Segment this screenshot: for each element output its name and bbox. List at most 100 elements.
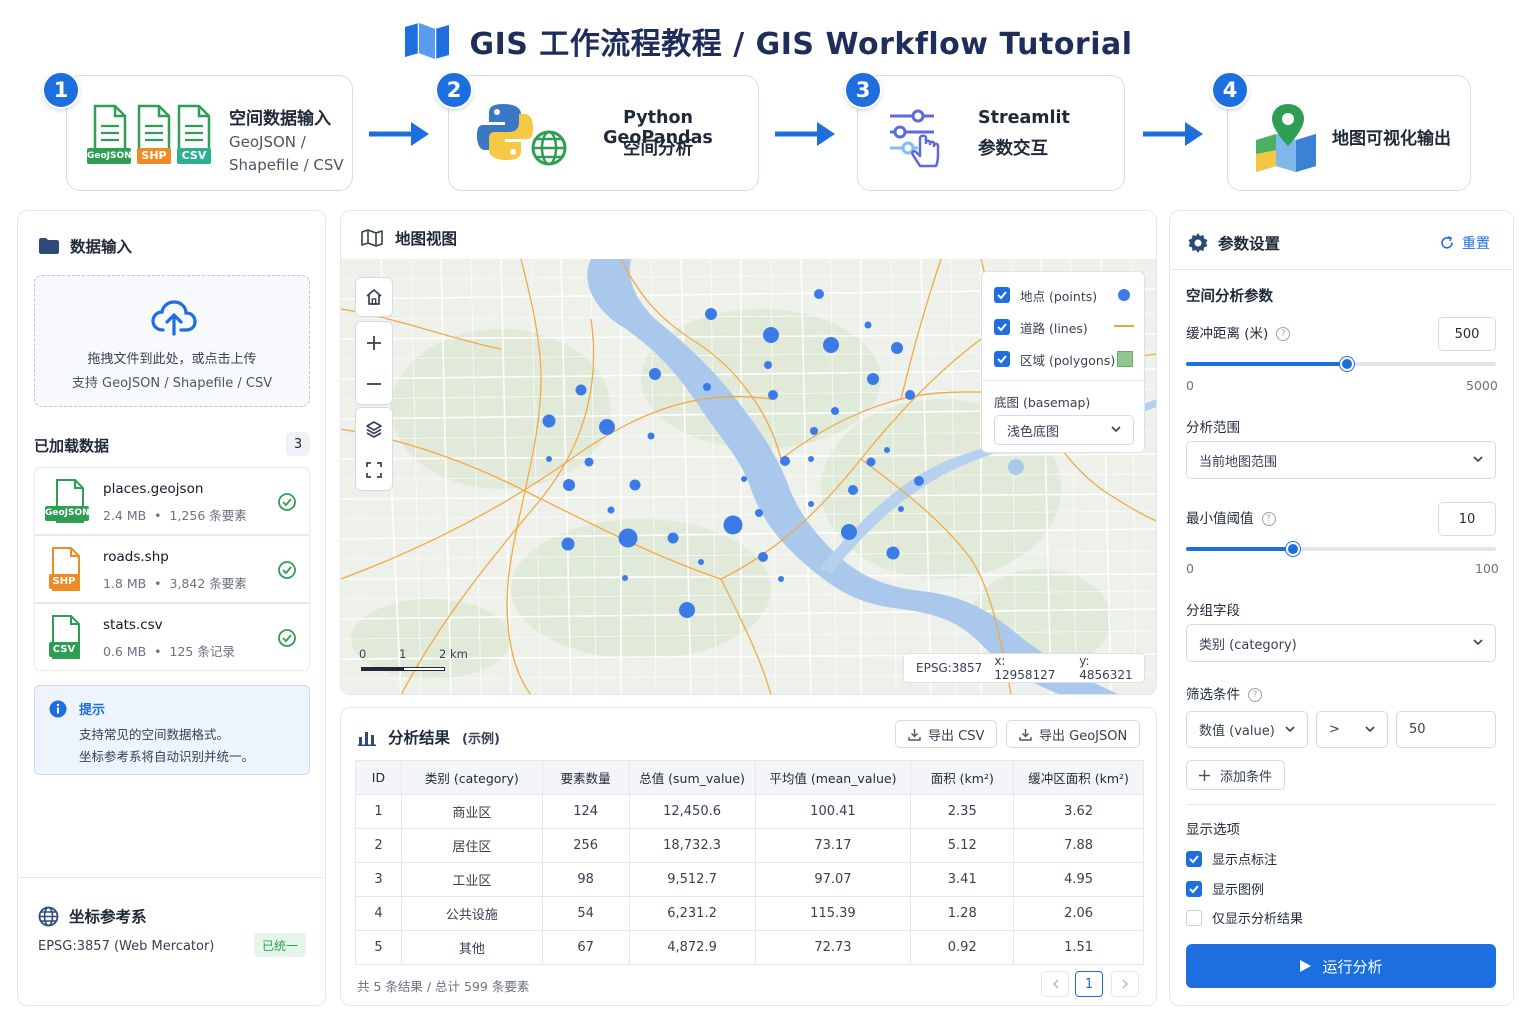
table-cell: 12,450.6 xyxy=(628,794,756,829)
table-row[interactable]: 2 居住区 256 18,732.3 73.17 5.12 7.88 xyxy=(355,828,1144,863)
table-row[interactable]: 4 公共设施 54 6,231.2 115.39 1.28 2.06 xyxy=(355,896,1144,931)
data-input-title: 数据输入 xyxy=(70,238,133,256)
filter-value-input[interactable]: 50 xyxy=(1396,711,1496,748)
map-canvas[interactable]: 地点 (points) 道路 (lines) 区域 (polygons) 底图 … xyxy=(341,259,1156,694)
csv-file-icon: CSV xyxy=(177,104,211,166)
table-cell: 4,872.9 xyxy=(628,930,756,965)
table-cell: 1.51 xyxy=(1013,930,1144,965)
file-badge: GeoJSON xyxy=(45,506,90,521)
table-cell: 3 xyxy=(355,862,402,897)
export-geojson-button[interactable]: 导出 GeoJSON xyxy=(1006,720,1141,748)
file-drop-zone[interactable]: 拖拽文件到此处，或点击上传 支持 GeoJSON / Shapefile / C… xyxy=(34,275,310,407)
basemap-select[interactable]: 浅色底图 xyxy=(994,415,1134,445)
csv-badge: CSV xyxy=(177,148,211,164)
divider xyxy=(1170,269,1512,270)
table-cell: 工业区 xyxy=(400,862,543,897)
file-badge: CSV xyxy=(49,642,79,657)
coord-x: x: 12958127 xyxy=(994,654,1056,682)
step-card-4: 地图可视化输出 xyxy=(1227,75,1471,191)
fullscreen-icon[interactable] xyxy=(366,462,382,478)
results-panel: 分析结果 (示例) 导出 CSV 导出 GeoJSON ID 类别 (categ… xyxy=(340,707,1157,1006)
table-cell: 54 xyxy=(541,896,630,931)
legend-polygons-toggle[interactable]: 区域 (polygons) xyxy=(994,350,1115,368)
file-item-stats[interactable]: CSV stats.csv 0.6 MB • 125 条记录 xyxy=(34,603,310,671)
table-cell: 9,512.7 xyxy=(628,862,756,897)
buffer-slider-handle[interactable] xyxy=(1340,357,1355,371)
threshold-slider-handle[interactable] xyxy=(1285,542,1300,556)
option-point-labels[interactable]: 显示点标注 xyxy=(1186,849,1277,868)
table-cell: 67 xyxy=(541,930,630,965)
geojson-badge: GeoJSON xyxy=(87,148,132,164)
column-header[interactable]: 面积 (km²) xyxy=(910,760,1015,795)
buffer-label-text: 缓冲距离 (米) xyxy=(1186,326,1269,342)
zoom-in-icon[interactable] xyxy=(366,335,382,351)
table-cell: 72.73 xyxy=(754,930,912,965)
run-analysis-button[interactable]: 运行分析 xyxy=(1186,944,1496,988)
filter-field-select[interactable]: 数值 (value) xyxy=(1186,711,1308,748)
map-view-title: 地图视图 xyxy=(395,230,458,248)
coord-y: y: 4856321 xyxy=(1079,654,1133,682)
step-card-3: Streamlit 参数交互 xyxy=(857,75,1125,191)
shp-file-icon: SHP xyxy=(137,104,171,166)
file-name: places.geojson xyxy=(103,481,204,497)
drop-zone-text: 拖拽文件到此处，或点击上传 xyxy=(87,352,257,367)
column-header[interactable]: 缓冲区面积 (km²) xyxy=(1013,760,1144,795)
checkbox-checked-icon xyxy=(994,319,1010,335)
chevron-right-icon xyxy=(1121,979,1128,989)
threshold-slider-fill xyxy=(1186,547,1293,551)
buffer-input[interactable]: 500 xyxy=(1438,317,1496,351)
legend-polygons-label: 区域 (polygons) xyxy=(1020,352,1116,368)
reset-button[interactable]: 重置 xyxy=(1440,233,1490,253)
column-header[interactable]: 总值 (sum_value) xyxy=(628,760,756,795)
table-row[interactable]: 5 其他 67 4,872.9 72.73 0.92 1.51 xyxy=(355,930,1144,965)
threshold-input[interactable]: 10 xyxy=(1438,502,1496,536)
map-icon xyxy=(361,229,383,247)
checkbox-checked-icon xyxy=(994,351,1010,367)
divider xyxy=(982,380,1144,381)
threshold-slider[interactable] xyxy=(1186,542,1496,556)
geojson-file-icon: GeoJSON xyxy=(45,478,91,526)
layers-icon[interactable] xyxy=(365,420,383,438)
column-header[interactable]: 要素数量 xyxy=(541,760,630,795)
option-legend[interactable]: 显示图例 xyxy=(1186,879,1264,898)
threshold-max: 100 xyxy=(1475,561,1499,576)
filter-operator-select[interactable]: > xyxy=(1316,711,1388,748)
table-row[interactable]: 1 商业区 124 12,450.6 100.41 2.35 3.62 xyxy=(355,794,1144,829)
help-icon[interactable]: ? xyxy=(1261,512,1276,526)
file-item-roads[interactable]: SHP roads.shp 1.8 MB • 3,842 条要素 xyxy=(34,535,310,603)
column-header[interactable]: 平均值 (mean_value) xyxy=(754,760,912,795)
zoom-out-icon[interactable] xyxy=(366,376,382,392)
legend-lines-label: 道路 (lines) xyxy=(1020,320,1088,336)
pagination-prev-button[interactable] xyxy=(1041,971,1069,997)
filter-label: 筛选条件? xyxy=(1186,683,1262,703)
pagination-next-button[interactable] xyxy=(1111,971,1139,997)
legend-lines-toggle[interactable]: 道路 (lines) xyxy=(994,318,1088,336)
buffer-slider[interactable] xyxy=(1186,357,1496,371)
step-number-4: 4 xyxy=(1211,71,1249,109)
table-cell: 1 xyxy=(355,794,402,829)
file-item-places[interactable]: GeoJSON places.geojson 2.4 MB • 1,256 条要… xyxy=(34,467,310,535)
group-field-select[interactable]: 类别 (category) xyxy=(1186,624,1496,662)
home-button[interactable] xyxy=(355,277,393,317)
column-header[interactable]: 类别 (category) xyxy=(400,760,543,795)
export-csv-button[interactable]: 导出 CSV xyxy=(895,720,998,748)
pagination-page-1[interactable]: 1 xyxy=(1075,971,1103,997)
file-count: 125 条记录 xyxy=(169,644,235,659)
scope-select[interactable]: 当前地图范围 xyxy=(1186,441,1496,479)
column-header[interactable]: ID xyxy=(355,760,402,795)
help-icon[interactable]: ? xyxy=(1276,327,1291,341)
table-row[interactable]: 3 工业区 98 9,512.7 97.07 3.41 4.95 xyxy=(355,862,1144,897)
legend-points-toggle[interactable]: 地点 (points) xyxy=(994,286,1097,304)
filter-label-text: 筛选条件 xyxy=(1186,687,1240,703)
geojson-file-icon: GeoJSON xyxy=(87,104,132,166)
help-icon[interactable]: ? xyxy=(1248,688,1262,702)
checkbox-checked-icon xyxy=(1186,880,1202,897)
coordinate-readout: EPSG:3857 x: 12958127 y: 4856321 xyxy=(903,653,1145,683)
page-title: GIS 工作流程教程 / GIS Workflow Tutorial xyxy=(469,27,1133,62)
run-analysis-label: 运行分析 xyxy=(1322,957,1383,976)
results-title-note: (示例) xyxy=(462,731,500,747)
home-icon xyxy=(366,289,382,305)
add-condition-button[interactable]: 添加条件 xyxy=(1186,760,1286,790)
file-size: 1.8 MB xyxy=(103,576,147,591)
option-only-results[interactable]: 仅显示分析结果 xyxy=(1186,908,1303,927)
